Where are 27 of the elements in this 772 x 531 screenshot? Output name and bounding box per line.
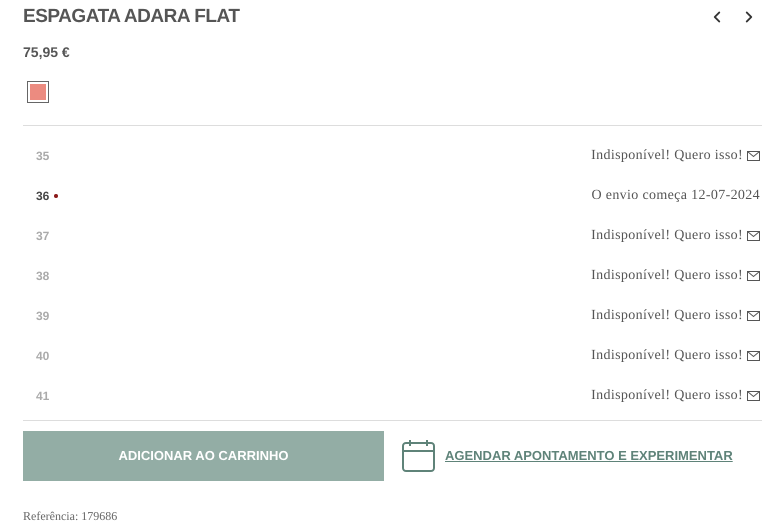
envelope-icon[interactable] (747, 270, 760, 280)
size-label[interactable]: 39 (36, 306, 50, 324)
size-status[interactable]: Indisponível! Quero isso! (591, 145, 743, 166)
size-status[interactable]: Indisponível! Quero isso! (591, 385, 743, 406)
envelope-icon[interactable] (747, 350, 760, 360)
product-title: ESPAGATA ADARA FLAT (23, 5, 240, 29)
reference-text: Referência: 179686 (23, 508, 118, 524)
appointment-link[interactable]: AGENDAR APONTAMENTO E EXPERIMENTAR (445, 446, 733, 466)
color-swatch[interactable] (27, 80, 49, 102)
add-to-cart-button[interactable]: ADICIONAR AO CARRINHO (23, 430, 384, 480)
size-status: O envio começa 12-07-2024 (591, 187, 760, 205)
size-label[interactable]: 37 (36, 226, 50, 244)
size-label[interactable]: 40 (36, 346, 50, 364)
envelope-icon[interactable] (747, 150, 760, 160)
size-status[interactable]: Indisponível! Quero isso! (591, 225, 743, 246)
size-label[interactable]: 36 (36, 186, 50, 204)
envelope-icon[interactable] (747, 310, 760, 320)
size-label[interactable]: 35 (36, 146, 50, 164)
size-status[interactable]: Indisponível! Quero isso! (591, 265, 743, 286)
envelope-icon[interactable] (747, 230, 760, 240)
size-status[interactable]: Indisponível! Quero isso! (591, 305, 743, 326)
price: 75,95 € (23, 42, 71, 62)
size-status[interactable]: Indisponível! Quero isso! (591, 345, 743, 366)
size-label[interactable]: 38 (36, 266, 50, 284)
envelope-icon[interactable] (747, 390, 760, 400)
calendar-icon[interactable] (402, 439, 435, 472)
size-label[interactable]: 41 (36, 386, 50, 404)
